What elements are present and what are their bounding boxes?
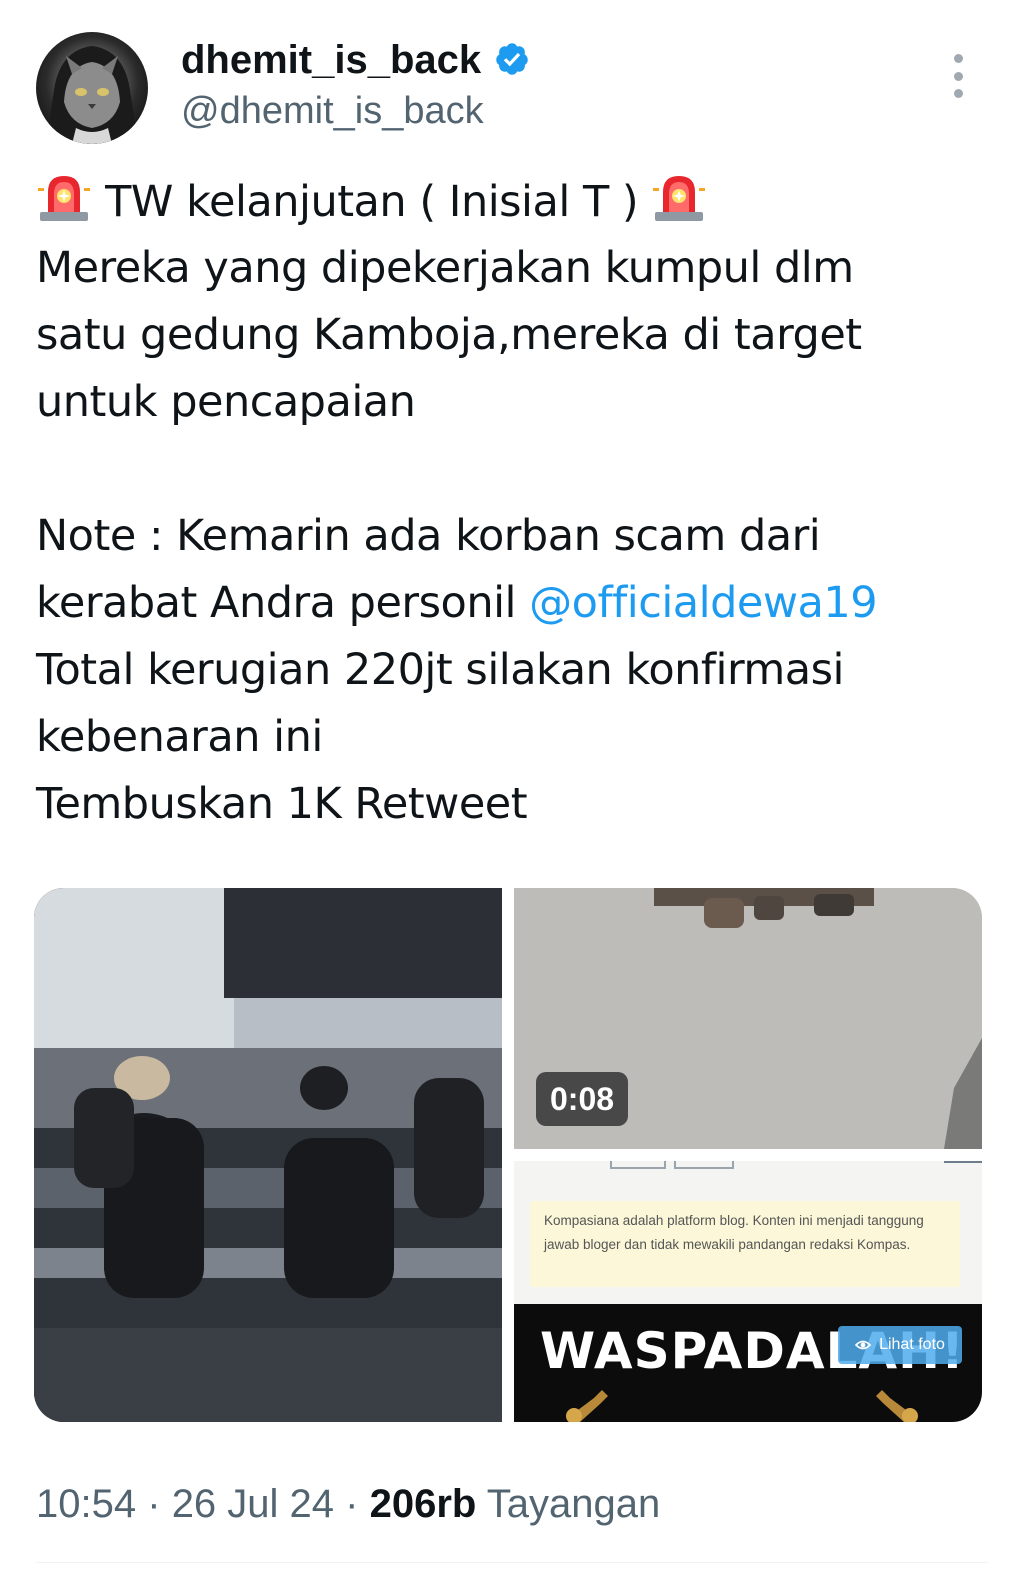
tweet-line-2: Mereka yang dipekerjakan kumpul dlm <box>36 243 854 293</box>
tweet-text: TW kelanjutan ( Inisial T ) Mereka yang … <box>36 168 996 838</box>
view-photo-label: Lihat foto <box>879 1336 945 1353</box>
mention-link[interactable]: @officialdewa19 <box>529 578 877 628</box>
tweet-line-1-text: TW kelanjutan ( Inisial T ) <box>92 177 652 227</box>
tweet-date[interactable]: 26 Jul 24 <box>172 1482 334 1526</box>
meta-separator: · <box>345 1482 359 1526</box>
view-photo-button[interactable]: Lihat foto <box>838 1326 962 1364</box>
tweet-line-9: Tembuskan 1K Retweet <box>36 779 528 829</box>
tweet-line-5: Note : Kemarin ada korban scam dari <box>36 511 821 561</box>
police-car-light-icon <box>38 176 90 221</box>
tweet-line-8: kebenaran ini <box>36 712 323 762</box>
avatar[interactable] <box>36 32 148 144</box>
tab-outline <box>610 1161 666 1169</box>
divider <box>36 1562 988 1563</box>
tweet-meta: 10:54 · 26 Jul 24 · 206rb Tayangan <box>36 1478 660 1530</box>
tweet-time[interactable]: 10:54 <box>36 1482 136 1526</box>
views-label: Tayangan <box>486 1482 661 1526</box>
meta-separator: · <box>147 1482 161 1526</box>
views-count[interactable]: 206rb <box>370 1482 477 1526</box>
tweet-line-6: kerabat Andra personil @officialdewa19 <box>36 570 996 637</box>
more-options-icon[interactable] <box>946 54 970 98</box>
tweet-line-1: TW kelanjutan ( Inisial T ) <box>36 168 996 235</box>
user-handle[interactable]: @dhemit_is_back <box>181 88 484 134</box>
trumpet-icon <box>876 1390 918 1422</box>
police-car-light-icon <box>653 176 706 221</box>
verified-badge-icon <box>496 43 528 75</box>
tweet-line-6-text: kerabat Andra personil <box>36 578 530 628</box>
hooded-cat-avatar-image <box>46 46 138 144</box>
tab-outline <box>674 1161 734 1169</box>
waspada-banner: WASPADALAH! Lihat foto <box>514 1304 982 1422</box>
disclaimer-text: Kompasiana adalah platform blog. Konten … <box>544 1213 924 1252</box>
tweet-line-3: satu gedung Kamboja,mereka di target <box>36 310 862 360</box>
media-video-floor[interactable]: 0:08 <box>514 888 982 1149</box>
tweet-line-7: Total kerugian 220jt silakan konfirmasi <box>36 645 845 695</box>
header-line <box>944 1161 982 1163</box>
eye-icon <box>855 1340 872 1350</box>
display-name[interactable]: dhemit_is_back <box>181 36 481 84</box>
media-grid: 0:08 Kompasiana adalah platform blog. Ko… <box>34 888 982 1422</box>
disclaimer-box: Kompasiana adalah platform blog. Konten … <box>530 1201 960 1287</box>
trumpet-icon <box>566 1390 608 1422</box>
media-photo-room[interactable] <box>34 888 502 1422</box>
media-article-screenshot[interactable]: Kompasiana adalah platform blog. Konten … <box>514 1161 982 1422</box>
video-duration-badge: 0:08 <box>536 1072 629 1126</box>
tweet-line-4: untuk pencapaian <box>36 377 416 427</box>
room-photo-image <box>34 888 502 1422</box>
